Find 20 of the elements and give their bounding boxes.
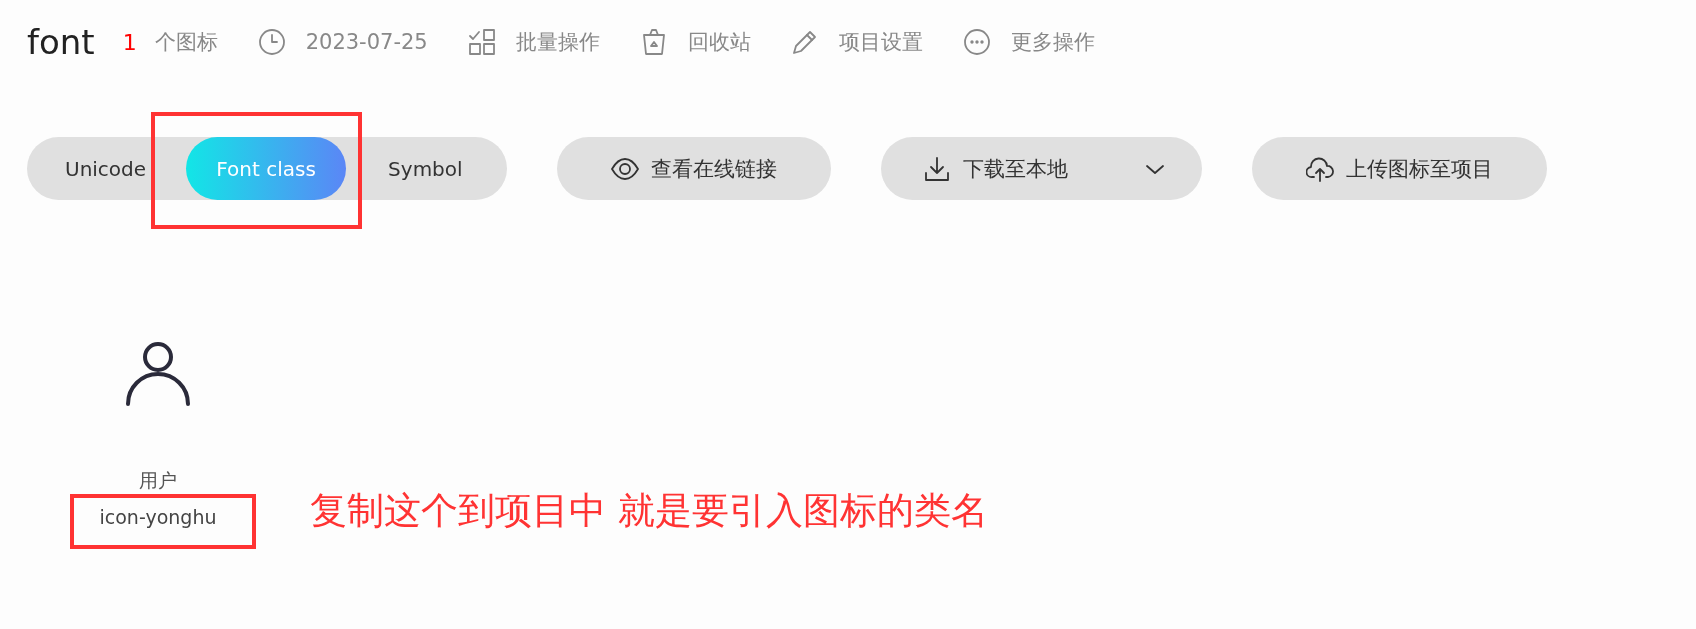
count-label: 个图标 [154,29,218,56]
icon-name: 用户 [139,468,177,493]
annotation-text: 复制这个到项目中 就是要引入图标的类名 [310,488,988,534]
grid-icon [467,28,496,56]
action-button[interactable]: 下载至本地 [880,137,1202,200]
action-label[interactable]: 更多操作 [1010,28,1095,56]
action-button[interactable]: 上传图标至项目 [1251,137,1547,200]
pencil-icon [790,28,819,56]
clock-icon [257,28,286,56]
more-icon [962,28,991,56]
action-label[interactable]: 批量操作 [515,28,600,56]
format-tab[interactable]: Symbol [386,137,465,200]
date-text: 2023-07-25 [305,30,428,54]
project-title: font [27,22,95,62]
download-icon [922,154,951,183]
action-label[interactable]: 项目设置 [838,28,923,56]
icon-count: 1 [122,29,137,55]
action-button[interactable]: 查看在线链接 [556,137,831,200]
format-tab[interactable]: Unicode [63,137,149,200]
icon-class-name: icon-yonghu [99,506,217,528]
